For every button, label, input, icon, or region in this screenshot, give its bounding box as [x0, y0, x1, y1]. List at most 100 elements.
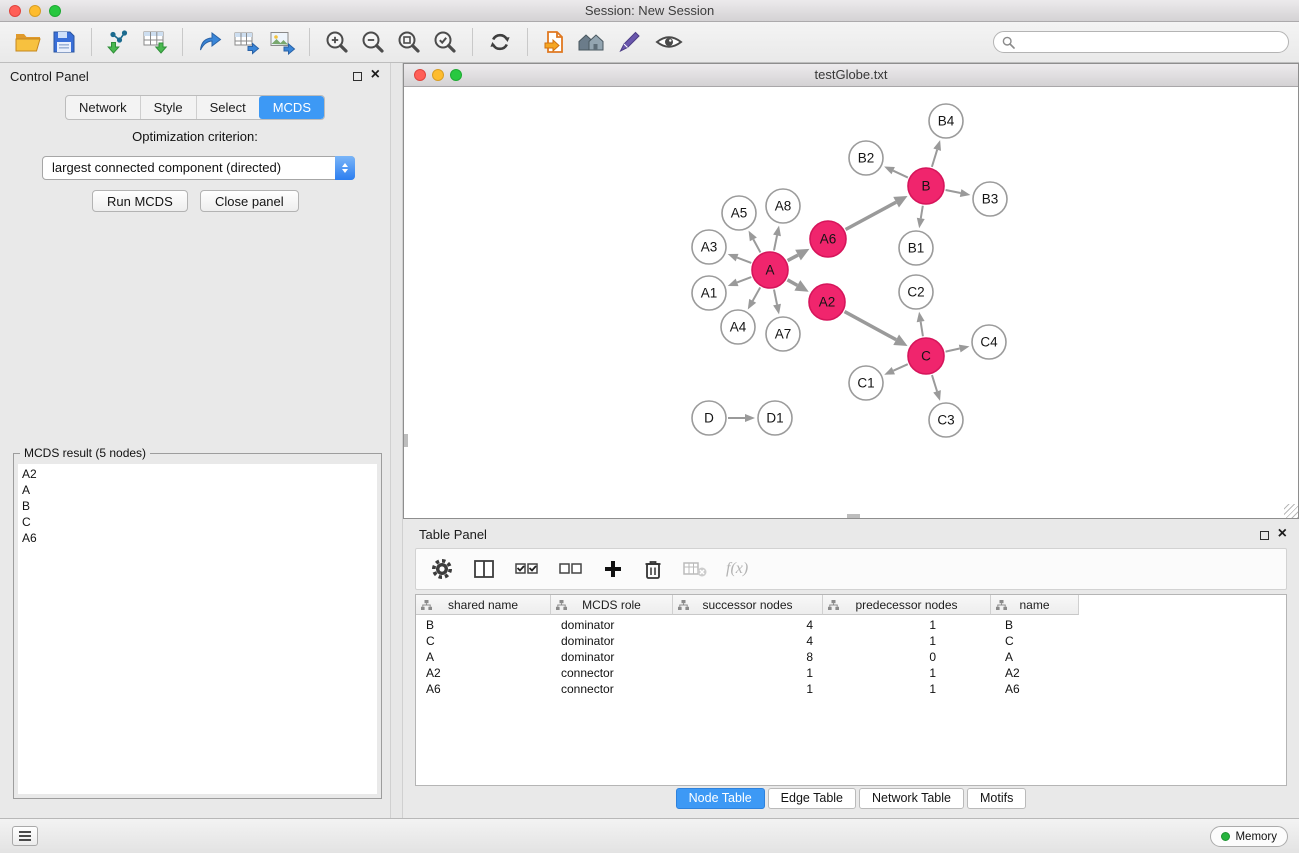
graph-edge-B-B1[interactable]	[921, 206, 923, 219]
tab-network-table[interactable]: Network Table	[859, 788, 964, 809]
graph-edge-A-A2[interactable]	[787, 280, 797, 286]
import-network-icon[interactable]	[101, 25, 137, 59]
zoom-selected-icon[interactable]	[427, 25, 463, 59]
table-cell[interactable]: A	[991, 649, 1079, 665]
table-cell[interactable]: C	[416, 633, 551, 649]
zoom-in-icon[interactable]	[319, 25, 355, 59]
table-row-A[interactable]: Adominator80A	[416, 649, 1286, 665]
delete-column-icon[interactable]	[642, 557, 664, 581]
export-image-icon[interactable]	[264, 25, 300, 59]
mcds-result-item[interactable]: A	[18, 482, 377, 498]
table-cell[interactable]: 4	[673, 633, 823, 649]
mcds-result-item[interactable]: C	[18, 514, 377, 530]
graph-edge-C-C3[interactable]	[932, 375, 937, 391]
table-row-C[interactable]: Cdominator41C	[416, 633, 1286, 649]
zoom-fit-icon[interactable]	[391, 25, 427, 59]
table-cell[interactable]: A6	[416, 681, 551, 697]
panel-splitter[interactable]	[390, 63, 403, 818]
search-input[interactable]	[1020, 35, 1280, 49]
zoom-out-icon[interactable]	[355, 25, 391, 59]
search-field[interactable]	[993, 31, 1289, 53]
table-row-A2[interactable]: A2connector11A2	[416, 665, 1286, 681]
table-row-B[interactable]: Bdominator41B	[416, 617, 1286, 633]
column-header-MCDS-role[interactable]: MCDS role	[551, 595, 673, 615]
open-network-file-icon[interactable]	[537, 25, 573, 59]
table-cell[interactable]: A2	[416, 665, 551, 681]
tab-network[interactable]: Network	[66, 96, 140, 119]
network-canvas-area[interactable]: B4B2BB3A5A8A6B1A3AA1A2C2A4A7C4CC1C3DD1	[404, 87, 1298, 518]
table-cell[interactable]: 8	[673, 649, 823, 665]
graph-edge-A6-B[interactable]	[846, 202, 897, 229]
tab-motifs[interactable]: Motifs	[967, 788, 1026, 809]
save-session-icon[interactable]	[46, 25, 82, 59]
show-column-icon[interactable]	[472, 557, 496, 581]
column-header-name[interactable]: name	[991, 595, 1079, 615]
table-cell[interactable]: 1	[673, 665, 823, 681]
show-graphics-details-icon[interactable]	[651, 25, 687, 59]
tab-style[interactable]: Style	[140, 96, 196, 119]
graph-edge-A-A5[interactable]	[753, 239, 760, 252]
close-window-button[interactable]	[9, 5, 21, 17]
close-panel-button[interactable]: Close panel	[200, 190, 299, 212]
resize-grip-icon[interactable]	[1284, 504, 1298, 518]
table-cell[interactable]: A	[416, 649, 551, 665]
table-cell[interactable]: connector	[551, 681, 673, 697]
select-all-columns-icon[interactable]	[514, 558, 540, 580]
import-table-icon[interactable]	[137, 25, 173, 59]
graph-edge-C-C2[interactable]	[921, 322, 923, 337]
table-cell[interactable]: connector	[551, 665, 673, 681]
table-cell[interactable]: A6	[991, 681, 1079, 697]
column-header-successor-nodes[interactable]: successor nodes	[673, 595, 823, 615]
horizontal-scrollbar[interactable]	[847, 514, 860, 518]
float-panel-icon[interactable]	[353, 72, 362, 81]
apply-style-icon[interactable]	[609, 25, 645, 59]
table-cell[interactable]: dominator	[551, 633, 673, 649]
table-cell[interactable]: 1	[673, 681, 823, 697]
graph-edge-A-A1[interactable]	[737, 277, 751, 282]
network-close-button[interactable]	[414, 69, 426, 81]
mcds-result-item[interactable]: A6	[18, 530, 377, 546]
mcds-result-item[interactable]: B	[18, 498, 377, 514]
table-cell[interactable]: C	[991, 633, 1079, 649]
tab-edge-table[interactable]: Edge Table	[768, 788, 856, 809]
graph-edge-A-A7[interactable]	[774, 290, 777, 305]
network-zoom-button[interactable]	[450, 69, 462, 81]
column-header-predecessor-nodes[interactable]: predecessor nodes	[823, 595, 991, 615]
table-cell[interactable]: dominator	[551, 617, 673, 633]
table-cell[interactable]: 0	[823, 649, 991, 665]
mcds-result-item[interactable]: A2	[18, 466, 377, 482]
graph-edge-B-B2[interactable]	[893, 171, 908, 178]
table-cell[interactable]: 1	[823, 681, 991, 697]
close-panel-icon[interactable]: ×	[371, 66, 380, 84]
graph-edge-A-A6[interactable]	[788, 255, 798, 261]
close-table-panel-icon[interactable]: ×	[1278, 525, 1287, 543]
table-cell[interactable]: A2	[991, 665, 1079, 681]
table-cell[interactable]: 1	[823, 617, 991, 633]
task-history-button[interactable]	[12, 826, 38, 846]
optimization-dropdown[interactable]: largest connected component (directed)	[42, 156, 355, 180]
table-cell[interactable]: B	[991, 617, 1079, 633]
network-overview-icon[interactable]	[573, 25, 609, 59]
graph-edge-C-C1[interactable]	[893, 364, 907, 370]
memory-button[interactable]: Memory	[1210, 826, 1288, 847]
tab-mcds[interactable]: MCDS	[259, 96, 324, 119]
table-cell[interactable]: 1	[823, 633, 991, 649]
zoom-window-button[interactable]	[49, 5, 61, 17]
table-cell[interactable]: dominator	[551, 649, 673, 665]
create-column-icon[interactable]	[602, 558, 624, 580]
table-row-A6[interactable]: A6connector11A6	[416, 681, 1286, 697]
unselect-all-columns-icon[interactable]	[558, 558, 584, 580]
tab-select[interactable]: Select	[196, 96, 259, 119]
vertical-scrollbar[interactable]	[404, 434, 408, 447]
graph-edge-A-A3[interactable]	[737, 258, 751, 263]
graph-edge-B-B3[interactable]	[946, 190, 961, 193]
run-mcds-button[interactable]: Run MCDS	[92, 190, 188, 212]
graph-edge-C-C4[interactable]	[946, 349, 960, 352]
graph-edge-A2-C[interactable]	[845, 312, 897, 340]
tab-node-table[interactable]: Node Table	[676, 788, 765, 809]
table-settings-icon[interactable]	[430, 557, 454, 581]
table-cell[interactable]: 4	[673, 617, 823, 633]
minimize-window-button[interactable]	[29, 5, 41, 17]
export-table-icon[interactable]	[228, 25, 264, 59]
float-table-panel-icon[interactable]	[1260, 531, 1269, 540]
